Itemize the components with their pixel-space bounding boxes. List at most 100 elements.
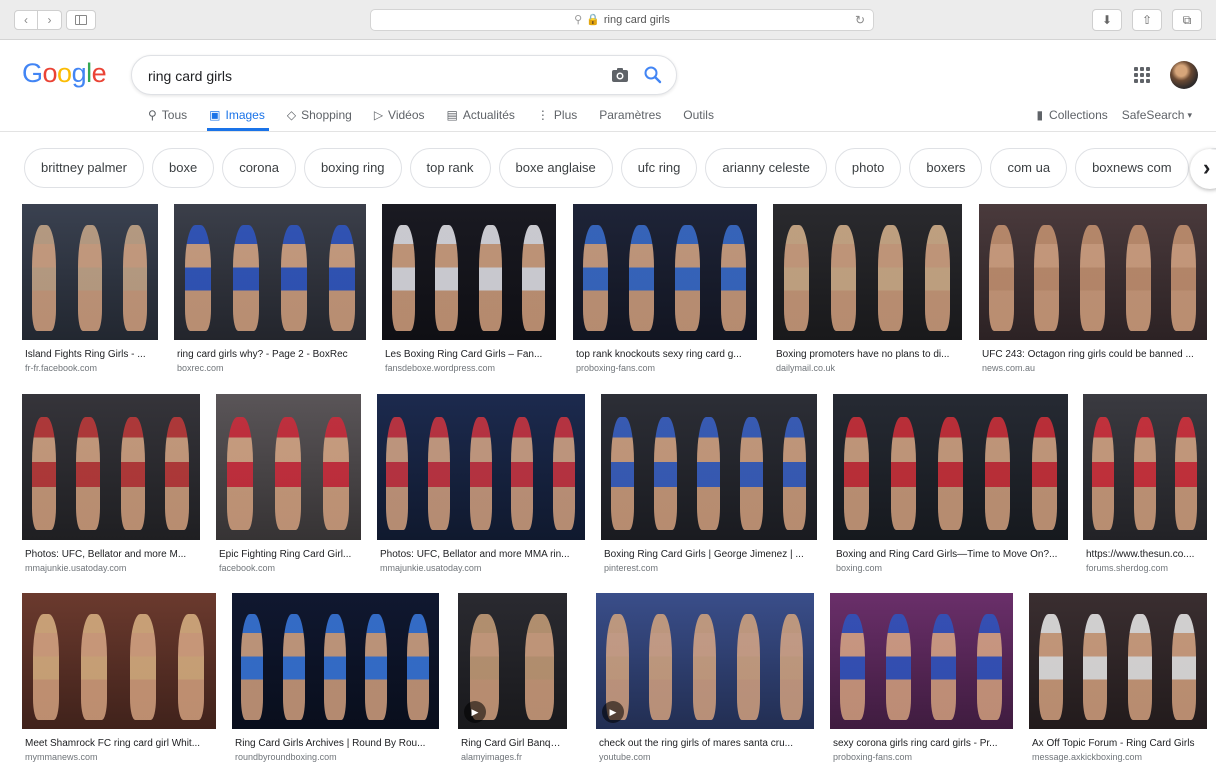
tab-label: Outils xyxy=(683,108,714,122)
image-result[interactable]: ring card girls why? - Page 2 - BoxRec bo… xyxy=(174,204,366,374)
image-result[interactable]: UFC 243: Octagon ring girls could be ban… xyxy=(979,204,1207,374)
tab-outils[interactable]: Outils xyxy=(683,104,714,126)
tab-plus[interactable]: ⋮ Plus xyxy=(537,104,577,126)
result-thumbnail[interactable] xyxy=(573,204,757,340)
photo-figure xyxy=(977,614,1002,720)
forward-button[interactable]: › xyxy=(38,10,62,30)
result-thumbnail[interactable] xyxy=(1083,394,1207,540)
result-title[interactable]: Ring Card Girl Banque ... xyxy=(461,738,566,749)
image-result[interactable]: ▶ Ring Card Girl Banque ... alamyimages.fr xyxy=(458,593,567,763)
result-thumbnail[interactable] xyxy=(22,204,158,340)
photo-figure xyxy=(241,614,263,720)
result-thumbnail[interactable] xyxy=(22,593,216,729)
image-result[interactable]: Epic Fighting Ring Card Girl... facebook.… xyxy=(216,394,361,574)
tab-parametres[interactable]: Paramètres xyxy=(599,104,661,126)
tab-shopping[interactable]: ◇ Shopping xyxy=(287,104,352,126)
result-title[interactable]: Ring Card Girls Archives | Round By Rou.… xyxy=(235,738,438,749)
chip-related-search[interactable]: corona xyxy=(222,148,296,188)
result-thumbnail[interactable] xyxy=(833,394,1068,540)
result-title[interactable]: sexy corona girls ring card girls - Pr..… xyxy=(833,738,1012,749)
result-thumbnail[interactable] xyxy=(216,394,361,540)
result-thumbnail[interactable] xyxy=(382,204,556,340)
image-result[interactable]: ▶ check out the ring girls of mares santa… xyxy=(596,593,814,763)
result-title[interactable]: top rank knockouts sexy ring card g... xyxy=(576,349,756,360)
image-result[interactable]: Island Fights Ring Girls - ... fr-fr.face… xyxy=(22,204,158,374)
camera-icon[interactable] xyxy=(611,67,629,83)
google-logo[interactable]: Google xyxy=(22,58,107,89)
chip-related-search[interactable]: com ua xyxy=(990,148,1068,188)
image-result[interactable]: top rank knockouts sexy ring card g... pr… xyxy=(573,204,757,374)
search-icon[interactable] xyxy=(643,65,663,85)
image-result[interactable]: sexy corona girls ring card girls - Pr..… xyxy=(830,593,1013,763)
tabs-overview-button[interactable]: ⧉ xyxy=(1172,9,1202,31)
search-input[interactable] xyxy=(148,65,588,87)
image-result[interactable]: Photos: UFC, Bellator and more M... mmaju… xyxy=(22,394,200,574)
image-result[interactable]: Les Boxing Ring Card Girls – Fan... fansd… xyxy=(382,204,556,374)
logo-letter: e xyxy=(91,58,107,88)
result-title[interactable]: Photos: UFC, Bellator and more MMA rin..… xyxy=(380,549,584,560)
result-title[interactable]: check out the ring girls of mares santa … xyxy=(599,738,813,749)
result-title[interactable]: Island Fights Ring Girls - ... xyxy=(25,349,157,360)
chip-related-search[interactable]: brittney palmer xyxy=(24,148,144,188)
result-thumbnail[interactable] xyxy=(830,593,1013,729)
result-title[interactable]: Photos: UFC, Bellator and more M... xyxy=(25,549,199,560)
chip-related-search[interactable]: boxe anglaise xyxy=(498,148,613,188)
result-thumbnail[interactable] xyxy=(773,204,962,340)
result-title[interactable]: Boxing promoters have no plans to di... xyxy=(776,349,961,360)
result-title[interactable]: https://www.thesun.co.... xyxy=(1086,549,1206,560)
chip-related-search[interactable]: boxe xyxy=(151,148,215,188)
photo-figure xyxy=(611,417,634,530)
tab-tous[interactable]: ⚲ Tous xyxy=(148,104,187,126)
result-thumbnail[interactable] xyxy=(601,394,817,540)
photo-figure xyxy=(831,225,856,331)
chip-related-search[interactable]: arianny celeste xyxy=(705,148,827,188)
chip-related-search[interactable]: boxnews com xyxy=(1075,148,1189,188)
image-result[interactable]: Photos: UFC, Bellator and more MMA rin..… xyxy=(377,394,585,574)
result-thumbnail[interactable] xyxy=(22,394,200,540)
result-title[interactable]: Les Boxing Ring Card Girls – Fan... xyxy=(385,349,555,360)
result-source: boxrec.com xyxy=(177,363,224,373)
image-result[interactable]: https://www.thesun.co.... forums.sherdog.… xyxy=(1083,394,1207,574)
collections-link[interactable]: Collections xyxy=(1049,108,1108,122)
image-result[interactable]: Boxing Ring Card Girls | George Jimenez … xyxy=(601,394,817,574)
header-divider xyxy=(0,131,1216,132)
chip-related-search[interactable]: photo xyxy=(834,148,902,188)
image-result[interactable]: Boxing promoters have no plans to di... d… xyxy=(773,204,962,374)
back-button[interactable]: ‹ xyxy=(14,10,38,30)
tab-images[interactable]: ▣ Images xyxy=(209,104,265,126)
result-source: pinterest.com xyxy=(604,563,659,573)
sidebar-toggle-button[interactable] xyxy=(66,10,96,30)
result-thumbnail[interactable] xyxy=(174,204,366,340)
share-button[interactable]: ⇧ xyxy=(1132,9,1162,31)
chip-related-search[interactable]: boxing ring xyxy=(303,148,402,188)
image-result[interactable]: Ring Card Girls Archives | Round By Rou.… xyxy=(232,593,439,763)
chip-related-search[interactable]: top rank xyxy=(409,148,491,188)
result-title[interactable]: ring card girls why? - Page 2 - BoxRec xyxy=(177,349,365,360)
result-source: roundbyroundboxing.com xyxy=(235,752,337,762)
chip-related-search[interactable]: ufc ring xyxy=(620,148,698,188)
result-title[interactable]: UFC 243: Octagon ring girls could be ban… xyxy=(982,349,1206,360)
result-thumbnail[interactable] xyxy=(232,593,439,729)
result-thumbnail[interactable]: ▶ xyxy=(596,593,814,729)
image-result[interactable]: Meet Shamrock FC ring card girl Whit... m… xyxy=(22,593,216,763)
result-thumbnail[interactable]: ▶ xyxy=(458,593,567,729)
reload-icon[interactable]: ↻ xyxy=(855,10,865,30)
tab-videos[interactable]: ▷ Vidéos xyxy=(374,104,425,126)
download-button[interactable]: ⬇ xyxy=(1092,9,1122,31)
apps-icon[interactable] xyxy=(1134,67,1150,83)
safesearch-link[interactable]: SafeSearch xyxy=(1122,108,1185,122)
image-result[interactable]: Boxing and Ring Card Girls—Time to Move … xyxy=(833,394,1068,574)
result-thumbnail[interactable] xyxy=(1029,593,1207,729)
result-title[interactable]: Boxing Ring Card Girls | George Jimenez … xyxy=(604,549,816,560)
tab-actualites[interactable]: ▤ Actualités xyxy=(447,104,515,126)
result-title[interactable]: Ax Off Topic Forum - Ring Card Girls xyxy=(1032,738,1206,749)
chip-related-search[interactable]: boxers xyxy=(909,148,983,188)
image-result[interactable]: Ax Off Topic Forum - Ring Card Girls mess… xyxy=(1029,593,1207,763)
result-title[interactable]: Epic Fighting Ring Card Girl... xyxy=(219,549,360,560)
result-thumbnail[interactable] xyxy=(377,394,585,540)
result-thumbnail[interactable] xyxy=(979,204,1207,340)
address-bar[interactable]: ⚲ 🔒 ring card girls ↻ xyxy=(370,9,874,31)
avatar[interactable] xyxy=(1170,61,1198,89)
result-title[interactable]: Meet Shamrock FC ring card girl Whit... xyxy=(25,738,215,749)
result-title[interactable]: Boxing and Ring Card Girls—Time to Move … xyxy=(836,549,1067,560)
